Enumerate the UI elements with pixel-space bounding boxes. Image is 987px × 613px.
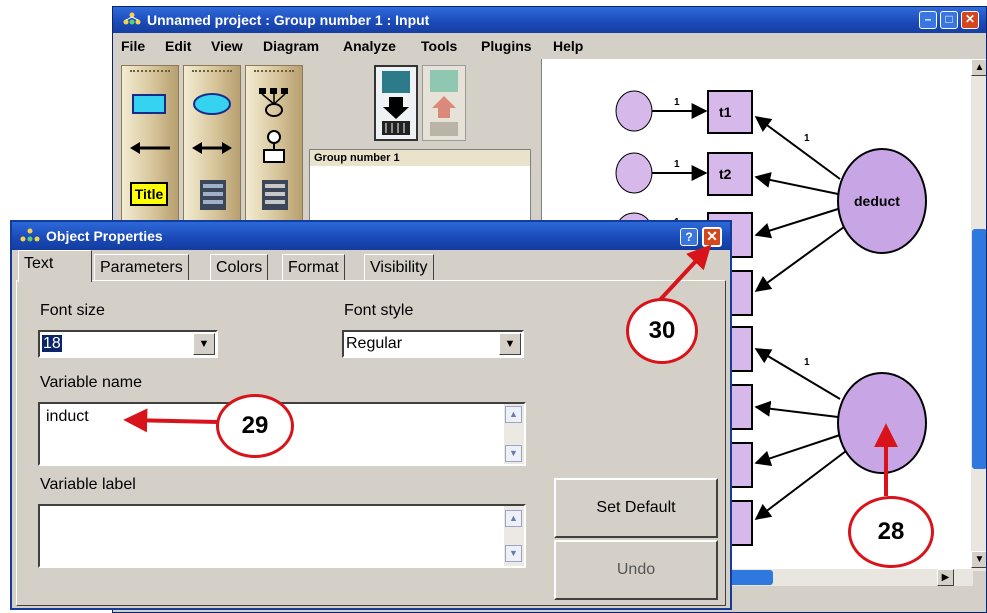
scroll-right-icon[interactable]: ▶	[937, 569, 954, 586]
latent-variable-induct[interactable]	[837, 372, 927, 474]
tab-visibility[interactable]: Visibility	[364, 254, 434, 280]
loading-path[interactable]	[754, 208, 839, 239]
variable-label-label: Variable label	[40, 476, 136, 493]
object-properties-icon	[20, 228, 40, 242]
maximize-button[interactable]: □	[940, 11, 958, 29]
callout-30: 30	[626, 298, 698, 364]
loading-path[interactable]	[754, 348, 841, 400]
font-style-label: Font style	[344, 302, 414, 319]
view-output-icon	[430, 70, 458, 136]
error-circle[interactable]	[615, 90, 653, 132]
menu-analyze[interactable]: Analyze	[343, 33, 396, 59]
path-weight-label: 1	[804, 357, 810, 368]
menu-tools[interactable]: Tools	[421, 33, 457, 59]
indicator-tool-icon[interactable]	[256, 86, 292, 118]
toolbar-grip[interactable]	[192, 70, 232, 73]
latent-label: deduct	[854, 193, 900, 209]
vertical-scrollbar[interactable]: ▲ ▼	[971, 59, 986, 571]
rectangle-tool-icon[interactable]	[132, 94, 166, 114]
object-properties-dialog: Object Properties ? ✕ Text Parameters Co…	[10, 220, 732, 610]
list-dataset-tool-icon[interactable]	[260, 178, 290, 212]
textarea-scrollbar[interactable]: ▲ ▼	[504, 506, 524, 566]
font-style-value: Regular	[346, 335, 403, 352]
font-size-value: 18	[42, 335, 62, 352]
variable-name-label: Variable name	[40, 374, 142, 391]
scroll-down-icon[interactable]: ▼	[505, 545, 522, 562]
path-weight-label: 1	[674, 159, 680, 170]
dialog-titlebar[interactable]: Object Properties ? ✕	[12, 222, 730, 250]
observed-label: t2	[719, 166, 732, 182]
loading-path[interactable]	[754, 400, 839, 418]
unique-variable-tool-icon[interactable]	[258, 130, 290, 164]
loading-path[interactable]	[754, 116, 841, 180]
amos-logo-icon	[123, 12, 141, 25]
observed-label: t1	[719, 104, 732, 120]
font-style-select[interactable]: Regular ▼	[342, 330, 524, 358]
menu-help[interactable]: Help	[553, 33, 583, 59]
callout-28: 28	[848, 496, 934, 568]
group-panel: Group number 1	[308, 59, 538, 229]
chevron-down-icon[interactable]: ▼	[499, 333, 521, 355]
scroll-up-icon[interactable]: ▲	[971, 59, 986, 76]
view-input-button[interactable]	[374, 65, 418, 141]
menu-bar: File Edit View Diagram Analyze Tools Plu…	[113, 33, 986, 59]
main-titlebar[interactable]: Unnamed project : Group number 1 : Input…	[113, 7, 986, 33]
double-arrow-tool-icon[interactable]	[190, 138, 234, 158]
toolbar-grip[interactable]	[130, 70, 170, 73]
minimize-button[interactable]: –	[919, 11, 937, 29]
chevron-down-icon[interactable]: ▼	[193, 333, 215, 355]
view-output-button[interactable]	[422, 65, 466, 141]
dialog-close-button[interactable]: ✕	[702, 227, 722, 247]
list-variables-tool-icon[interactable]	[198, 178, 228, 212]
help-button[interactable]: ?	[680, 228, 698, 246]
menu-file[interactable]: File	[121, 33, 145, 59]
textarea-scrollbar[interactable]: ▲ ▼	[504, 404, 524, 464]
tab-parameters[interactable]: Parameters	[94, 254, 189, 280]
font-size-select[interactable]: 18 ▼	[38, 330, 218, 358]
menu-plugins[interactable]: Plugins	[481, 33, 532, 59]
variable-name-value: induct	[46, 408, 89, 425]
error-circle[interactable]	[615, 152, 653, 194]
scroll-down-icon[interactable]: ▼	[505, 445, 522, 462]
loading-path[interactable]	[754, 226, 845, 292]
scroll-up-icon[interactable]: ▲	[505, 406, 522, 423]
variable-label-field[interactable]: ▲ ▼	[38, 504, 526, 568]
path-weight-label: 1	[674, 97, 680, 108]
arrow-tool-icon[interactable]	[128, 138, 172, 158]
main-window-title: Unnamed project : Group number 1 : Input	[147, 12, 430, 28]
scroll-down-icon[interactable]: ▼	[971, 551, 986, 568]
vertical-scroll-thumb[interactable]	[972, 229, 986, 469]
toolbar-grip[interactable]	[254, 70, 294, 73]
path-weight-label: 1	[804, 133, 810, 144]
close-window-button[interactable]: ✕	[961, 11, 979, 29]
ellipse-tool-icon[interactable]	[190, 92, 234, 116]
menu-edit[interactable]: Edit	[165, 33, 191, 59]
menu-diagram[interactable]: Diagram	[263, 33, 319, 59]
menu-view[interactable]: View	[211, 33, 243, 59]
title-tool-icon[interactable]: Title	[130, 182, 168, 206]
scroll-up-icon[interactable]: ▲	[505, 510, 522, 527]
toolbar-column-1: Title	[121, 65, 179, 225]
tab-colors[interactable]: Colors	[210, 254, 269, 280]
toolbar-column-2	[183, 65, 241, 225]
callout-29: 29	[216, 394, 294, 458]
loading-path[interactable]	[754, 172, 839, 195]
loading-path[interactable]	[754, 434, 841, 467]
loading-path[interactable]	[754, 450, 847, 520]
toolbar-column-3	[245, 65, 303, 225]
font-size-label: Font size	[40, 302, 105, 319]
view-input-icon	[382, 71, 410, 135]
dialog-title: Object Properties	[46, 228, 163, 244]
undo-button[interactable]: Undo	[554, 540, 718, 600]
tab-text[interactable]: Text	[18, 250, 92, 282]
group-list-item[interactable]: Group number 1	[310, 150, 530, 166]
group-list[interactable]: Group number 1	[309, 149, 531, 229]
tab-format[interactable]: Format	[282, 254, 345, 280]
set-default-button[interactable]: Set Default	[554, 478, 718, 538]
